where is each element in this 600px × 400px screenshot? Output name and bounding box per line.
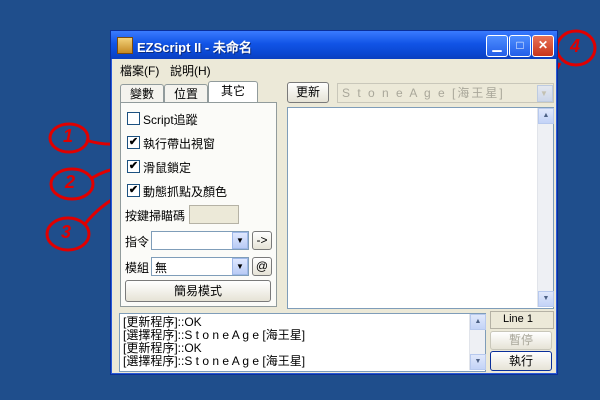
window-title: EZScript II - 未命名 <box>137 40 252 55</box>
app-icon[interactable] <box>117 37 133 54</box>
editor-scroll-up-icon[interactable]: ▲ <box>538 108 554 124</box>
run-button[interactable]: 執行 <box>490 351 552 371</box>
log-line: [選擇程序]::S t o n e A g e [海王星] <box>123 354 306 368</box>
command-select[interactable]: ▼ <box>151 231 249 250</box>
menu-help[interactable]: 說明(H) <box>170 62 211 79</box>
script-editor[interactable]: ▲ ▼ <box>287 107 554 309</box>
editor-scroll-down-icon[interactable]: ▼ <box>538 291 554 307</box>
module-at-button[interactable]: @ <box>252 257 272 276</box>
module-dropdown-arrow-icon[interactable]: ▼ <box>232 258 248 275</box>
module-value: 無 <box>155 261 168 275</box>
target-window-value: S t o n e A g e [海王星] <box>342 86 505 100</box>
annotation-label-4: 4 <box>570 36 581 56</box>
tab-position[interactable]: 位置 <box>164 84 208 103</box>
line-indicator: Line 1 <box>490 311 554 329</box>
command-go-button[interactable]: -> <box>252 231 272 250</box>
script-trace-checkbox[interactable] <box>127 112 140 125</box>
simple-mode-button[interactable]: 簡易模式 <box>125 280 271 302</box>
menu-bar: 檔案(F) 說明(H) <box>114 60 554 80</box>
update-button[interactable]: 更新 <box>287 82 329 103</box>
log-output: [更新程序]::OK [選擇程序]::S t o n e A g e [海王星]… <box>119 313 486 372</box>
title-bar[interactable]: EZScript II - 未命名 ▁ □ ✕ <box>111 31 557 59</box>
tab-other[interactable]: 其它 <box>208 81 258 103</box>
scan-code-field[interactable] <box>189 205 239 224</box>
target-window-dropdown-arrow-icon[interactable]: ▼ <box>537 85 553 102</box>
annotation-label-3: 3 <box>61 222 72 242</box>
log-scroll-up-icon[interactable]: ▲ <box>470 314 486 330</box>
minimize-button[interactable]: ▁ <box>486 35 508 57</box>
dynamic-capture-label: 動態抓點及顏色 <box>143 185 228 199</box>
annotation-label-2: 2 <box>65 172 76 192</box>
run-bring-window-label: 執行帶出視窗 <box>143 137 216 151</box>
maximize-button[interactable]: □ <box>509 35 531 57</box>
script-trace-label: Script追蹤 <box>143 113 198 127</box>
command-label: 指令 <box>125 235 150 249</box>
close-button[interactable]: ✕ <box>532 35 554 57</box>
mouse-lock-label: 滑鼠鎖定 <box>143 161 192 175</box>
menu-file[interactable]: 檔案(F) <box>120 62 159 79</box>
line-indicator-text: Line 1 <box>503 313 533 325</box>
log-line: [選擇程序]::S t o n e A g e [海王星] <box>123 328 306 342</box>
log-line: [更新程序]::OK <box>123 315 202 329</box>
mouse-lock-checkbox[interactable]: ✔ <box>127 160 140 173</box>
target-window-select[interactable]: S t o n e A g e [海王星] ▼ <box>337 83 554 103</box>
tab-variables[interactable]: 變數 <box>120 84 164 103</box>
annotation-label-1: 1 <box>63 126 74 146</box>
module-select[interactable]: 無 ▼ <box>151 257 249 276</box>
pause-button[interactable]: 暫停 <box>490 331 552 350</box>
run-bring-window-checkbox[interactable]: ✔ <box>127 136 140 149</box>
tab-panel-other: Script追蹤 ✔ 執行帶出視窗 ✔ 滑鼠鎖定 ✔ 動態抓點及顏色 按鍵掃瞄碼… <box>120 102 277 307</box>
log-line: [更新程序]::OK <box>123 341 202 355</box>
command-dropdown-arrow-icon[interactable]: ▼ <box>232 232 248 249</box>
scan-code-label: 按鍵掃瞄碼 <box>125 209 186 223</box>
editor-scrollbar[interactable]: ▲ ▼ <box>537 108 554 307</box>
log-scrollbar[interactable]: ▲ ▼ <box>469 314 486 370</box>
log-scroll-down-icon[interactable]: ▼ <box>470 354 486 370</box>
module-label: 模組 <box>125 261 150 275</box>
app-window: EZScript II - 未命名 ▁ □ ✕ 檔案(F) 說明(H) 變數 位… <box>110 30 558 375</box>
dynamic-capture-checkbox[interactable]: ✔ <box>127 184 140 197</box>
